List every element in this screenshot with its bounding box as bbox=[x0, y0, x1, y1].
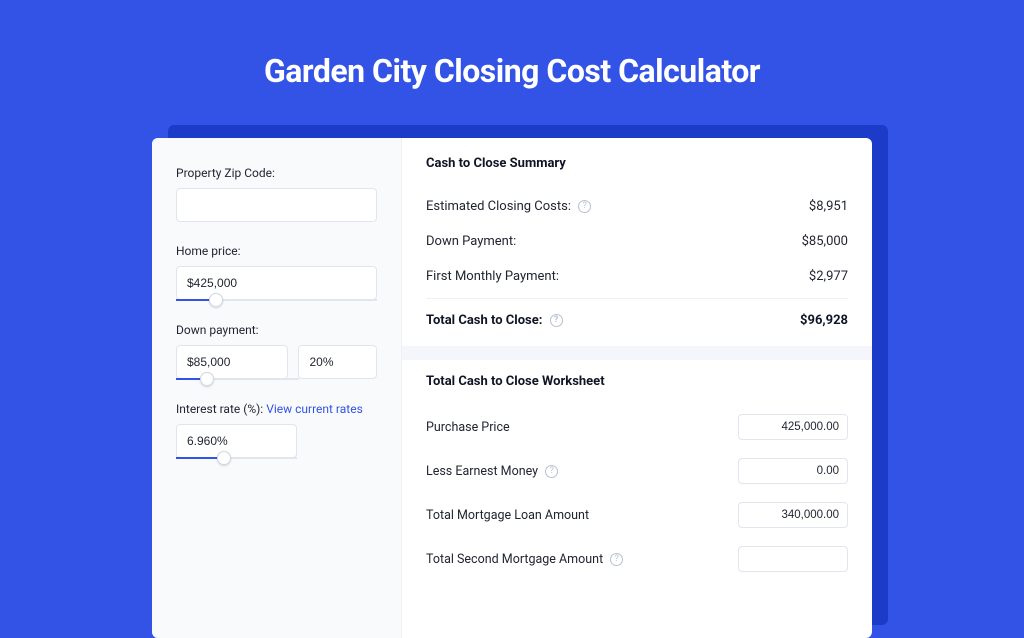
down-payment-label: Down payment: bbox=[176, 323, 377, 337]
summary-row-first-payment: First Monthly Payment: $2,977 bbox=[426, 259, 848, 294]
results-column: Cash to Close Summary Estimated Closing … bbox=[402, 138, 872, 638]
interest-rate-field-group: Interest rate (%): View current rates bbox=[176, 402, 377, 459]
home-price-slider[interactable] bbox=[176, 299, 377, 301]
worksheet-row-earnest-money: Less Earnest Money ? bbox=[426, 449, 848, 493]
help-icon[interactable]: ? bbox=[550, 314, 563, 327]
help-icon[interactable]: ? bbox=[578, 200, 591, 213]
interest-rate-label-row: Interest rate (%): View current rates bbox=[176, 402, 377, 416]
help-icon[interactable]: ? bbox=[610, 553, 623, 566]
home-price-field-group: Home price: bbox=[176, 244, 377, 301]
summary-label: Down Payment: bbox=[426, 234, 516, 249]
down-payment-input[interactable] bbox=[176, 345, 288, 379]
worksheet-title: Total Cash to Close Worksheet bbox=[426, 374, 848, 389]
down-payment-field-group: Down payment: bbox=[176, 323, 377, 380]
slider-thumb[interactable] bbox=[200, 372, 214, 386]
help-icon[interactable]: ? bbox=[545, 465, 558, 478]
interest-rate-slider[interactable] bbox=[176, 457, 297, 459]
zip-label: Property Zip Code: bbox=[176, 166, 377, 180]
summary-value: $8,951 bbox=[809, 199, 848, 214]
summary-label: First Monthly Payment: bbox=[426, 269, 559, 284]
down-payment-slider[interactable] bbox=[176, 378, 299, 380]
calculator-card: Property Zip Code: Home price: Down paym… bbox=[152, 138, 872, 638]
worksheet-row-second-mortgage: Total Second Mortgage Amount ? bbox=[426, 537, 848, 581]
worksheet-input-earnest-money[interactable] bbox=[738, 458, 848, 484]
summary-value: $2,977 bbox=[809, 269, 848, 284]
worksheet-input-second-mortgage[interactable] bbox=[738, 546, 848, 572]
worksheet-row-mortgage-loan: Total Mortgage Loan Amount bbox=[426, 493, 848, 537]
slider-thumb[interactable] bbox=[209, 293, 223, 307]
summary-total-value: $96,928 bbox=[800, 313, 848, 328]
down-payment-pct-input[interactable] bbox=[298, 345, 377, 379]
worksheet-input-mortgage-loan[interactable] bbox=[738, 502, 848, 528]
zip-field-group: Property Zip Code: bbox=[176, 166, 377, 222]
worksheet-input-purchase-price[interactable] bbox=[738, 414, 848, 440]
interest-rate-label: Interest rate (%): bbox=[176, 402, 263, 416]
section-divider bbox=[402, 346, 872, 360]
summary-label: Estimated Closing Costs: ? bbox=[426, 199, 591, 214]
input-column: Property Zip Code: Home price: Down paym… bbox=[152, 138, 402, 638]
summary-row-total: Total Cash to Close: ? $96,928 bbox=[426, 298, 848, 338]
page-title: Garden City Closing Cost Calculator bbox=[0, 0, 1024, 90]
slider-thumb[interactable] bbox=[217, 451, 231, 465]
summary-value: $85,000 bbox=[802, 234, 848, 249]
worksheet-label: Total Mortgage Loan Amount bbox=[426, 508, 589, 523]
home-price-input[interactable] bbox=[176, 266, 377, 300]
summary-row-closing-costs: Estimated Closing Costs: ? $8,951 bbox=[426, 189, 848, 224]
worksheet-label: Purchase Price bbox=[426, 420, 510, 435]
worksheet-label: Less Earnest Money ? bbox=[426, 464, 558, 479]
view-rates-link[interactable]: View current rates bbox=[266, 402, 363, 416]
summary-title: Cash to Close Summary bbox=[426, 156, 848, 171]
interest-rate-input[interactable] bbox=[176, 424, 297, 458]
worksheet-row-purchase-price: Purchase Price bbox=[426, 405, 848, 449]
zip-input[interactable] bbox=[176, 188, 377, 222]
worksheet-label: Total Second Mortgage Amount ? bbox=[426, 552, 623, 567]
home-price-label: Home price: bbox=[176, 244, 377, 258]
summary-row-down-payment: Down Payment: $85,000 bbox=[426, 224, 848, 259]
summary-total-label: Total Cash to Close: ? bbox=[426, 313, 563, 328]
